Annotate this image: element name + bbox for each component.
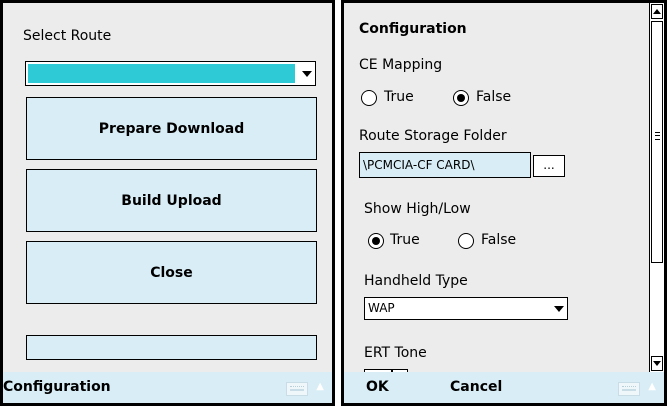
- status-field: [26, 335, 317, 360]
- select-route-label: Select Route: [23, 28, 112, 44]
- prepare-download-button[interactable]: Prepare Download: [26, 97, 317, 160]
- chevron-up-icon[interactable]: ▲: [648, 381, 656, 392]
- handheld-type-label: Handheld Type: [364, 273, 468, 289]
- handheld-type-value: WAP: [368, 301, 395, 315]
- route-storage-folder-label: Route Storage Folder: [359, 128, 507, 144]
- show-high-low-true-radio[interactable]: [368, 233, 384, 249]
- route-select-value: [28, 64, 295, 83]
- ce-mapping-false-label: False: [476, 89, 512, 105]
- scroll-up-arrow-icon[interactable]: [651, 4, 663, 19]
- dropdown-arrow-icon: [554, 305, 564, 312]
- vertical-scrollbar[interactable]: [649, 3, 664, 372]
- show-high-low-false-label: False: [481, 232, 517, 248]
- page-title: Configuration: [359, 21, 467, 37]
- browse-button[interactable]: ...: [533, 155, 565, 177]
- configuration-client-area: Configuration CE Mapping True False Rout…: [344, 3, 650, 373]
- configuration-menu-item[interactable]: Configuration: [3, 379, 111, 395]
- show-high-low-true-label: True: [390, 232, 420, 248]
- close-button[interactable]: Close: [26, 241, 317, 304]
- handheld-type-select[interactable]: WAP: [364, 297, 568, 320]
- main-screen: Select Route Prepare Download Build Uplo…: [0, 0, 335, 406]
- ok-menu-item[interactable]: OK: [366, 379, 389, 395]
- route-storage-folder-input[interactable]: \PCMCIA-CF CARD\: [359, 152, 531, 178]
- ce-mapping-true-radio[interactable]: [361, 90, 377, 106]
- scroll-down-arrow-icon[interactable]: [651, 356, 663, 371]
- chevron-up-icon[interactable]: ▲: [316, 381, 324, 392]
- show-high-low-false-radio[interactable]: [458, 233, 474, 249]
- cancel-menu-item[interactable]: Cancel: [450, 379, 502, 395]
- configuration-menubar: OK Cancel ▲: [344, 372, 664, 403]
- configuration-screen: Configuration CE Mapping True False Rout…: [341, 0, 667, 406]
- ce-mapping-true-label: True: [384, 89, 414, 105]
- route-select[interactable]: [25, 61, 316, 86]
- ce-mapping-label: CE Mapping: [359, 57, 443, 73]
- show-high-low-label: Show High/Low: [364, 201, 471, 217]
- scroll-grip-icon: [655, 132, 660, 140]
- dropdown-arrow-icon: [302, 70, 312, 77]
- main-client-area: Select Route Prepare Download Build Uplo…: [3, 3, 332, 372]
- build-upload-button[interactable]: Build Upload: [26, 169, 317, 232]
- main-menubar: Configuration ▲: [3, 372, 332, 403]
- scroll-thumb[interactable]: [651, 21, 663, 263]
- keyboard-icon[interactable]: [286, 382, 308, 396]
- ce-mapping-false-radio[interactable]: [453, 90, 469, 106]
- keyboard-icon[interactable]: [618, 382, 640, 396]
- ert-tone-label: ERT Tone: [364, 345, 427, 361]
